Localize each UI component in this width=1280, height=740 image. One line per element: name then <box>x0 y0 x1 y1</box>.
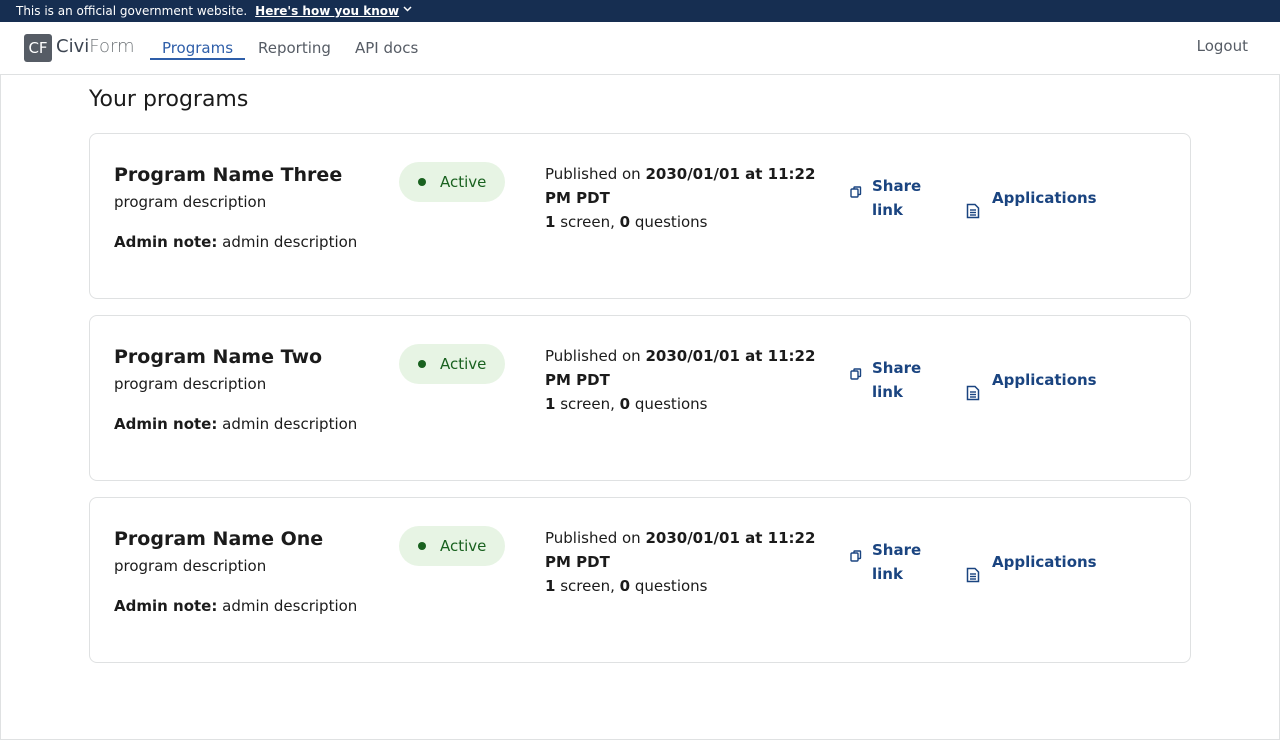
logo-wordmark[interactable]: CiviForm <box>56 36 135 57</box>
applications-label: Applications <box>992 371 1097 389</box>
applications-button[interactable]: Applications <box>965 174 1145 222</box>
admin-note-text: admin description <box>222 233 358 251</box>
applications-label: Applications <box>992 553 1097 571</box>
status-badge: Active <box>399 162 505 202</box>
status-badge: Active <box>399 526 505 566</box>
document-icon <box>965 554 981 583</box>
program-card: Program Name Two program description Adm… <box>89 315 1191 481</box>
logo-civi: Civi <box>56 36 90 57</box>
how-you-know-link[interactable]: Here's how you know <box>255 4 399 18</box>
question-label: questions <box>634 213 708 231</box>
published-prefix: Published on <box>545 165 641 183</box>
status-label: Active <box>440 355 487 373</box>
publish-info: Published on 2030/01/01 at 11:22 PM PDT … <box>545 162 835 234</box>
applications-button[interactable]: Applications <box>965 538 1145 586</box>
page-title: Your programs <box>89 87 249 112</box>
published-prefix: Published on <box>545 347 641 365</box>
nav-programs[interactable]: Programs <box>150 39 245 60</box>
screen-label: screen, <box>560 395 615 413</box>
status-label: Active <box>440 537 487 555</box>
status-dot-icon <box>418 178 426 186</box>
screen-count: 1 <box>545 577 556 595</box>
program-description: program description <box>114 557 267 575</box>
document-icon <box>965 372 981 401</box>
copy-icon <box>850 545 862 562</box>
status-dot-icon <box>418 542 426 550</box>
program-card: Program Name Three program description A… <box>89 133 1191 299</box>
question-label: questions <box>634 577 708 595</box>
chevron-down-icon[interactable] <box>403 5 412 15</box>
admin-note: Admin note: admin description <box>114 233 357 251</box>
logo-form: Form <box>89 36 135 57</box>
admin-note: Admin note: admin description <box>114 415 357 433</box>
admin-note-text: admin description <box>222 597 358 615</box>
status-badge: Active <box>399 344 505 384</box>
admin-note-label: Admin note: <box>114 415 218 433</box>
admin-note: Admin note: admin description <box>114 597 357 615</box>
question-count: 0 <box>619 395 631 413</box>
program-name: Program Name Three <box>114 164 343 186</box>
share-link-label: Share link <box>872 541 922 583</box>
admin-note-label: Admin note: <box>114 597 218 615</box>
gov-banner: This is an official government website. … <box>0 0 1280 22</box>
logo-mark[interactable]: CF <box>24 34 52 62</box>
copy-icon <box>850 363 862 380</box>
admin-note-text: admin description <box>222 415 358 433</box>
program-description: program description <box>114 193 267 211</box>
active-nav-underline <box>150 58 245 60</box>
screen-count: 1 <box>545 213 556 231</box>
program-name: Program Name Two <box>114 346 323 368</box>
published-prefix: Published on <box>545 529 641 547</box>
applications-label: Applications <box>992 189 1097 207</box>
site-header: CF CiviForm Programs Reporting API docs … <box>0 22 1280 75</box>
status-dot-icon <box>418 360 426 368</box>
document-icon <box>965 190 981 219</box>
nav-programs-label: Programs <box>161 39 234 57</box>
question-label: questions <box>634 395 708 413</box>
program-card: Program Name One program description Adm… <box>89 497 1191 663</box>
publish-info: Published on 2030/01/01 at 11:22 PM PDT … <box>545 344 835 416</box>
screen-count: 1 <box>545 395 556 413</box>
status-label: Active <box>440 173 487 191</box>
gov-banner-text: This is an official government website. <box>16 4 248 18</box>
screen-label: screen, <box>560 577 615 595</box>
admin-note-label: Admin note: <box>114 233 218 251</box>
nav-api-docs[interactable]: API docs <box>355 39 418 60</box>
share-link-label: Share link <box>872 359 922 401</box>
screen-label: screen, <box>560 213 615 231</box>
question-count: 0 <box>619 213 631 231</box>
logout-button[interactable]: Logout <box>1197 37 1248 55</box>
copy-icon <box>850 181 862 198</box>
nav-reporting[interactable]: Reporting <box>258 39 331 60</box>
question-count: 0 <box>619 577 631 595</box>
program-name: Program Name One <box>114 528 324 550</box>
program-description: program description <box>114 375 267 393</box>
share-link-label: Share link <box>872 177 922 219</box>
publish-info: Published on 2030/01/01 at 11:22 PM PDT … <box>545 526 835 598</box>
applications-button[interactable]: Applications <box>965 356 1145 404</box>
